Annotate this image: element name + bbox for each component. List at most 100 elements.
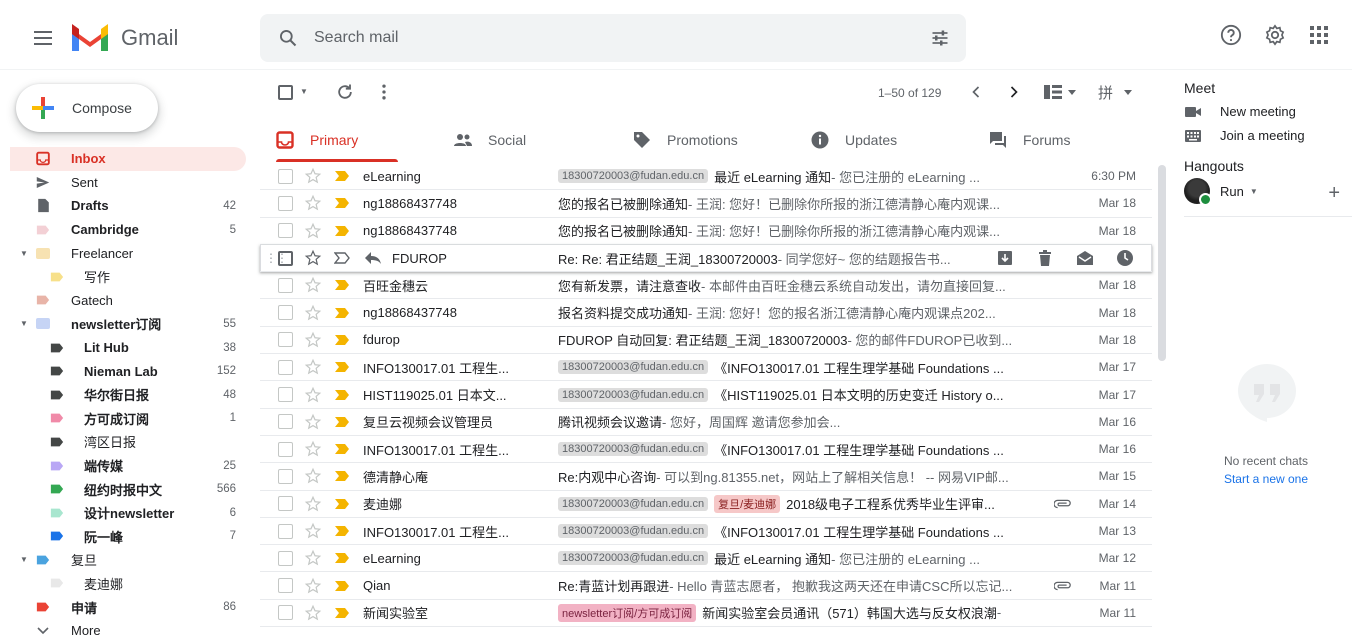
row-checkbox[interactable] xyxy=(278,195,293,211)
row-checkbox[interactable] xyxy=(278,468,293,484)
star-icon[interactable] xyxy=(304,522,322,540)
archive-icon[interactable] xyxy=(996,249,1014,267)
row-checkbox[interactable] xyxy=(278,414,293,430)
email-row[interactable]: 百旺金穗云 您有新发票，请注意查收 - 本邮件由百旺金穗云系统自动发出，请勿直接回… xyxy=(260,272,1152,300)
importance-marker-icon[interactable] xyxy=(334,607,350,619)
importance-marker-icon[interactable] xyxy=(334,443,350,455)
label-chip[interactable]: 18300720003@fudan.edu.cn xyxy=(558,496,709,511)
row-checkbox[interactable] xyxy=(278,605,293,621)
refresh-icon[interactable] xyxy=(335,82,355,102)
sidebar-item-3[interactable]: Cambridge 5 xyxy=(10,218,246,242)
new-meeting-link[interactable]: New meeting xyxy=(1184,104,1296,119)
input-tools-icon[interactable]: 拼 xyxy=(1098,82,1134,102)
row-checkbox[interactable] xyxy=(278,441,293,457)
importance-marker-icon[interactable] xyxy=(334,170,350,182)
main-menu-button[interactable] xyxy=(22,23,64,53)
join-meeting-link[interactable]: Join a meeting xyxy=(1184,128,1305,143)
sidebar-item-8[interactable]: Lit Hub 38 xyxy=(10,336,246,360)
importance-marker-icon[interactable] xyxy=(334,252,350,264)
sidebar-item-13[interactable]: 端传媒 25 xyxy=(10,454,246,478)
label-chip[interactable]: 18300720003@fudan.edu.cn xyxy=(558,169,709,184)
importance-marker-icon[interactable] xyxy=(334,361,350,373)
select-menu-caret-icon[interactable]: ▼ xyxy=(300,87,308,96)
star-icon[interactable] xyxy=(304,304,322,322)
tab-social[interactable]: Social xyxy=(454,118,526,162)
label-chip[interactable]: 18300720003@fudan.edu.cn xyxy=(558,442,709,457)
add-chat-icon[interactable]: + xyxy=(1328,182,1340,205)
row-checkbox[interactable] xyxy=(278,223,293,239)
star-icon[interactable] xyxy=(304,604,322,622)
star-icon[interactable] xyxy=(304,167,322,185)
star-icon[interactable] xyxy=(304,413,322,431)
star-icon[interactable] xyxy=(304,331,322,349)
apps-grid-icon[interactable] xyxy=(1308,24,1330,46)
email-row[interactable]: ng18868437748 您的报名已被删除通知 - 王润: 您好！已删除你所报的… xyxy=(260,190,1152,218)
expand-caret-icon[interactable]: ▼ xyxy=(20,249,28,258)
email-row[interactable]: ⋮⋮ FDUROP Re: Re: 君正结题_王润_18300720003 - 同学… xyxy=(260,244,1152,273)
row-checkbox[interactable] xyxy=(278,332,293,348)
sidebar-item-14[interactable]: 纽约时报中文 566 xyxy=(10,477,246,501)
sidebar-item-17[interactable]: ▼ 复旦 xyxy=(10,548,246,572)
sidebar-item-9[interactable]: Nieman Lab 152 xyxy=(10,359,246,383)
email-row[interactable]: fdurop FDUROP 自动回复: 君正结题_王润_18300720003 -… xyxy=(260,326,1152,355)
sidebar-item-7[interactable]: ▼ newsletter订阅 55 xyxy=(10,312,246,336)
email-row[interactable]: Qian Re:青蓝计划再跟进 - Hello 青蓝志愿者， 抱歉我这两天还在申请… xyxy=(260,572,1152,600)
row-checkbox[interactable] xyxy=(278,578,293,594)
row-checkbox[interactable] xyxy=(278,550,293,566)
sidebar-item-11[interactable]: 方可成订阅 1 xyxy=(10,407,246,431)
sidebar-item-4[interactable]: ▼ Freelancer xyxy=(10,241,246,265)
sidebar-item-20[interactable]: More xyxy=(10,619,246,643)
tab-forums[interactable]: Forums xyxy=(989,118,1070,162)
importance-marker-icon[interactable] xyxy=(334,552,350,564)
row-checkbox[interactable] xyxy=(278,523,293,539)
importance-marker-icon[interactable] xyxy=(334,525,350,537)
star-icon[interactable] xyxy=(304,194,322,212)
star-icon[interactable] xyxy=(304,577,322,595)
sidebar-item-0[interactable]: Inbox xyxy=(10,147,246,171)
label-chip[interactable]: 复旦/麦迪娜 xyxy=(714,494,781,513)
email-row[interactable]: ng18868437748 您的报名已被删除通知 - 王润: 您好！已删除你所报的… xyxy=(260,217,1152,245)
importance-marker-icon[interactable] xyxy=(334,225,350,237)
label-chip[interactable]: newsletter订阅/方可成订阅 xyxy=(558,603,697,622)
sidebar-item-16[interactable]: 阮一峰 7 xyxy=(10,525,246,549)
importance-marker-icon[interactable] xyxy=(334,580,350,592)
search-options-icon[interactable] xyxy=(930,28,950,48)
star-icon[interactable] xyxy=(304,276,322,294)
importance-marker-icon[interactable] xyxy=(334,416,350,428)
star-icon[interactable] xyxy=(304,549,322,567)
search-icon[interactable] xyxy=(278,28,298,48)
email-row[interactable]: 德清静心庵 Re:内观中心咨询 - 可以到ng.81355.net，网站上了解相关… xyxy=(260,463,1152,491)
tab-updates[interactable]: Updates xyxy=(811,118,897,162)
importance-marker-icon[interactable] xyxy=(334,389,350,401)
row-checkbox[interactable] xyxy=(278,277,293,293)
email-row[interactable]: 麦迪娜 18300720003@fudan.edu.cn 复旦/麦迪娜 2018级电子… xyxy=(260,490,1152,518)
expand-caret-icon[interactable]: ▼ xyxy=(20,555,28,564)
email-row[interactable]: eLearning 18300720003@fudan.edu.cn 最近 eLea… xyxy=(260,163,1152,191)
email-row[interactable]: INFO130017.01 工程生... 18300720003@fudan.ed… xyxy=(260,435,1152,464)
star-icon[interactable] xyxy=(304,467,322,485)
list-scrollbar[interactable] xyxy=(1158,165,1166,361)
importance-marker-icon[interactable] xyxy=(334,307,350,319)
row-checkbox[interactable] xyxy=(278,359,293,375)
importance-marker-icon[interactable] xyxy=(334,279,350,291)
star-icon[interactable] xyxy=(304,386,322,404)
label-chip[interactable]: 18300720003@fudan.edu.cn xyxy=(558,524,709,538)
split-pane-icon[interactable] xyxy=(1042,82,1078,102)
search-input[interactable] xyxy=(314,29,874,47)
star-icon[interactable] xyxy=(304,222,322,240)
sidebar-item-19[interactable]: 申请 86 xyxy=(10,595,246,619)
sidebar-item-12[interactable]: 湾区日报 xyxy=(10,430,246,454)
label-chip[interactable]: 18300720003@fudan.edu.cn xyxy=(558,551,709,566)
star-icon[interactable] xyxy=(304,358,322,376)
row-checkbox[interactable] xyxy=(278,496,293,512)
email-row[interactable]: eLearning 18300720003@fudan.edu.cn 最近 eLea… xyxy=(260,545,1152,573)
email-row[interactable]: 复旦云视频会议管理员 腾讯视频会议邀请 - 您好，周国辉 邀请您参加会... Mar… xyxy=(260,408,1152,436)
star-icon[interactable] xyxy=(304,495,322,513)
tab-promotions[interactable]: Promotions xyxy=(633,118,738,162)
gmail-logo[interactable]: Gmail xyxy=(71,24,178,52)
importance-marker-icon[interactable] xyxy=(334,498,350,510)
row-checkbox[interactable] xyxy=(278,250,293,266)
importance-marker-icon[interactable] xyxy=(334,470,350,482)
chevron-down-icon[interactable]: ▼ xyxy=(1250,187,1258,196)
compose-button[interactable]: Compose xyxy=(16,84,158,132)
